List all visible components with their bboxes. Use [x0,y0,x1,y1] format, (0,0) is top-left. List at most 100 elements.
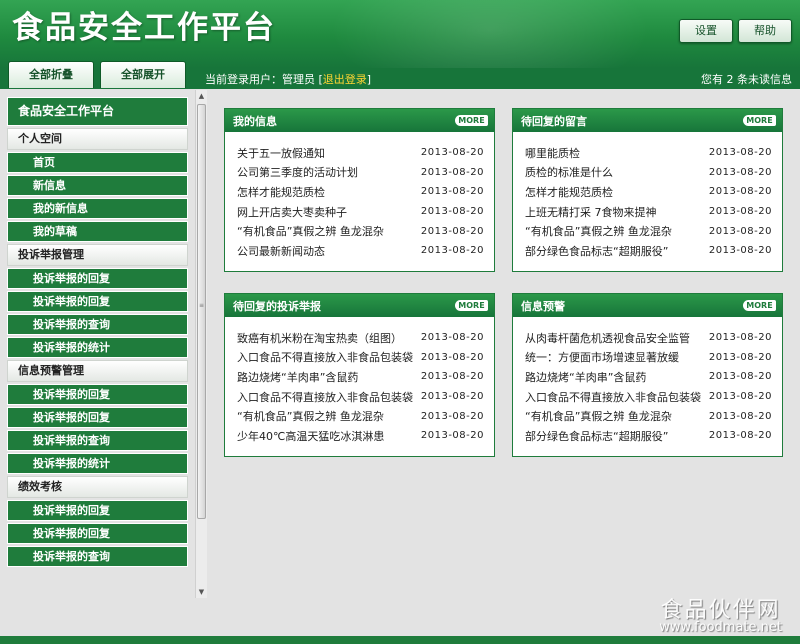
list-item: “有机食品”真假之辨 鱼龙混杂 2013-08-20 [237,406,484,426]
sidebar-item-complaint-statistics[interactable]: 投诉举报的统计 [7,453,188,474]
list-item: “有机食品”真假之辨 鱼龙混杂 2013-08-20 [525,221,772,241]
list-item-date: 2013-08-20 [708,147,772,159]
list-item-title[interactable]: 统一：方便面市场增速显著放缓 [525,349,679,365]
list-item-date: 2013-08-20 [708,186,772,198]
more-button[interactable]: MORE [743,300,776,311]
list-item-title[interactable]: 怎样才能规范质检 [237,184,325,200]
scroll-up-arrow-icon[interactable]: ▲ [196,90,207,102]
panel-pending-complaints: 待回复的投诉举报 MORE 致癌有机米粉在淘宝热卖（组图） 2013-08-20 … [224,293,495,457]
sidebar-group-complaint-management[interactable]: 投诉举报管理 [7,244,188,266]
sidebar-group-personal-space[interactable]: 个人空间 [7,128,188,150]
panel-pending-messages: 待回复的留言 MORE 哪里能质检 2013-08-20 质检的标准是什么 2013… [512,108,783,272]
sidebar-item-new-info[interactable]: 新信息 [7,175,188,196]
sidebar-group-alert-management[interactable]: 信息预警管理 [7,360,188,382]
scrollbar-thumb[interactable]: ≡ [197,104,206,519]
sidebar-item-home[interactable]: 首页 [7,152,188,173]
list-item-title[interactable]: 公司最新新闻动态 [237,243,325,259]
list-item-date: 2013-08-20 [708,206,772,218]
help-button[interactable]: 帮助 [738,19,792,43]
panel-header: 我的信息 MORE [225,109,494,132]
list-item: 关于五一放假通知 2013-08-20 [237,143,484,163]
sidebar-title: 食品安全工作平台 [7,97,188,126]
more-button[interactable]: MORE [743,115,776,126]
list-item-date: 2013-08-20 [420,371,484,383]
list-item-title[interactable]: 部分绿色食品标志“超期服役” [525,428,668,444]
list-item-title[interactable]: “有机食品”真假之辨 鱼龙混杂 [237,408,384,424]
footer-bar [0,636,800,644]
list-item-title[interactable]: 质检的标准是什么 [525,164,613,180]
sidebar-item-my-new-info[interactable]: 我的新信息 [7,198,188,219]
sidebar: 食品安全工作平台 个人空间 首页 新信息 我的新信息 我的草稿 投诉举报管理 投… [7,97,188,587]
list-item-date: 2013-08-20 [420,147,484,159]
sidebar-group-performance[interactable]: 绩效考核 [7,476,188,498]
sidebar-item-complaint-reply[interactable]: 投诉举报的回复 [7,268,188,289]
list-item-title[interactable]: 怎样才能规范质检 [525,184,613,200]
unread-messages-text[interactable]: 您有 2 条未读信息 [701,71,792,87]
list-item: 统一：方便面市场增速显著放缓 2013-08-20 [525,348,772,368]
settings-button[interactable]: 设置 [679,19,733,43]
list-item-date: 2013-08-20 [708,245,772,257]
collapse-all-button[interactable]: 全部折叠 [8,61,94,88]
list-item-title[interactable]: 入口食品不得直接放入非食品包装袋 [237,349,413,365]
sidebar-item-complaint-reply[interactable]: 投诉举报的回复 [7,384,188,405]
list-item-date: 2013-08-20 [708,332,772,344]
watermark-logo: 食品伙伴网 www.foodmate.net [659,592,782,635]
list-item-title[interactable]: 入口食品不得直接放入非食品包装袋 [237,389,413,405]
list-item: 公司第三季度的活动计划 2013-08-20 [237,163,484,183]
list-item-title[interactable]: 部分绿色食品标志“超期服役” [525,243,668,259]
list-item-title[interactable]: 哪里能质检 [525,145,580,161]
list-item-title[interactable]: 路边烧烤“羊肉串”含鼠药 [237,369,358,385]
panel-list: 关于五一放假通知 2013-08-20 公司第三季度的活动计划 2013-08-20… [225,132,494,261]
panel-list: 致癌有机米粉在淘宝热卖（组图） 2013-08-20 入口食品不得直接放入非食品包… [225,317,494,446]
sidebar-item-complaint-reply[interactable]: 投诉举报的回复 [7,500,188,521]
more-button[interactable]: MORE [455,115,488,126]
login-bracket-close: ] [366,73,372,86]
panel-info-alerts: 信息预警 MORE 从肉毒杆菌危机透视食品安全监管 2013-08-20 统一：方… [512,293,783,457]
sidebar-item-complaint-reply[interactable]: 投诉举报的回复 [7,407,188,428]
panel-header: 信息预警 MORE [513,294,782,317]
list-item-title[interactable]: 入口食品不得直接放入非食品包装袋 [525,389,701,405]
list-item-title[interactable]: 少年40℃高温天猛吃冰淇淋患 [237,428,384,444]
more-button[interactable]: MORE [455,300,488,311]
sidebar-item-complaint-query[interactable]: 投诉举报的查询 [7,430,188,451]
sidebar-item-complaint-reply[interactable]: 投诉举报的回复 [7,523,188,544]
list-item: 哪里能质检 2013-08-20 [525,143,772,163]
sidebar-item-complaint-query[interactable]: 投诉举报的查询 [7,546,188,567]
list-item: “有机食品”真假之辨 鱼龙混杂 2013-08-20 [237,221,484,241]
sidebar-item-complaint-reply[interactable]: 投诉举报的回复 [7,291,188,312]
login-user-text: 当前登录用户：管理员 [ [205,73,323,86]
panel-my-info: 我的信息 MORE 关于五一放假通知 2013-08-20 公司第三季度的活动计划… [224,108,495,272]
scrollbar-grip-icon: ≡ [199,302,205,309]
panel-list: 哪里能质检 2013-08-20 质检的标准是什么 2013-08-20 怎样才能规… [513,132,782,261]
sidebar-item-complaint-query[interactable]: 投诉举报的查询 [7,314,188,335]
sidebar-item-complaint-statistics[interactable]: 投诉举报的统计 [7,337,188,358]
scroll-down-arrow-icon[interactable]: ▼ [196,586,207,598]
list-item: 部分绿色食品标志“超期服役” 2013-08-20 [525,426,772,446]
expand-all-button[interactable]: 全部展开 [100,61,186,88]
list-item-title[interactable]: 关于五一放假通知 [237,145,325,161]
list-item-title[interactable]: 上班无精打采 7食物来提神 [525,204,657,220]
list-item-date: 2013-08-20 [420,225,484,237]
list-item-title[interactable]: 公司第三季度的活动计划 [237,164,358,180]
list-item: 公司最新新闻动态 2013-08-20 [237,241,484,261]
app-header: 食品安全工作平台 设置 帮助 [0,0,800,100]
sidebar-scrollbar[interactable]: ▲ ≡ ▼ [195,90,207,598]
list-item-title[interactable]: “有机食品”真假之辨 鱼龙混杂 [525,408,672,424]
list-item: 入口食品不得直接放入非食品包装袋 2013-08-20 [237,348,484,368]
list-item-title[interactable]: 网上开店卖大枣卖种子 [237,204,347,220]
list-item-title[interactable]: “有机食品”真假之辨 鱼龙混杂 [525,223,672,239]
list-item-title[interactable]: “有机食品”真假之辨 鱼龙混杂 [237,223,384,239]
list-item-title[interactable]: 致癌有机米粉在淘宝热卖（组图） [237,330,402,346]
panel-title: 待回复的留言 [521,115,587,128]
list-item: 怎样才能规范质检 2013-08-20 [237,182,484,202]
panel-title: 我的信息 [233,115,277,128]
list-item-date: 2013-08-20 [420,410,484,422]
panel-title: 待回复的投诉举报 [233,300,321,313]
list-item-title[interactable]: 从肉毒杆菌危机透视食品安全监管 [525,330,690,346]
list-item-date: 2013-08-20 [420,430,484,442]
logout-link[interactable]: 退出登录 [323,73,367,86]
list-item-title[interactable]: 路边烧烤“羊肉串”含鼠药 [525,369,646,385]
list-item-date: 2013-08-20 [420,206,484,218]
list-item-date: 2013-08-20 [708,351,772,363]
sidebar-item-my-drafts[interactable]: 我的草稿 [7,221,188,242]
